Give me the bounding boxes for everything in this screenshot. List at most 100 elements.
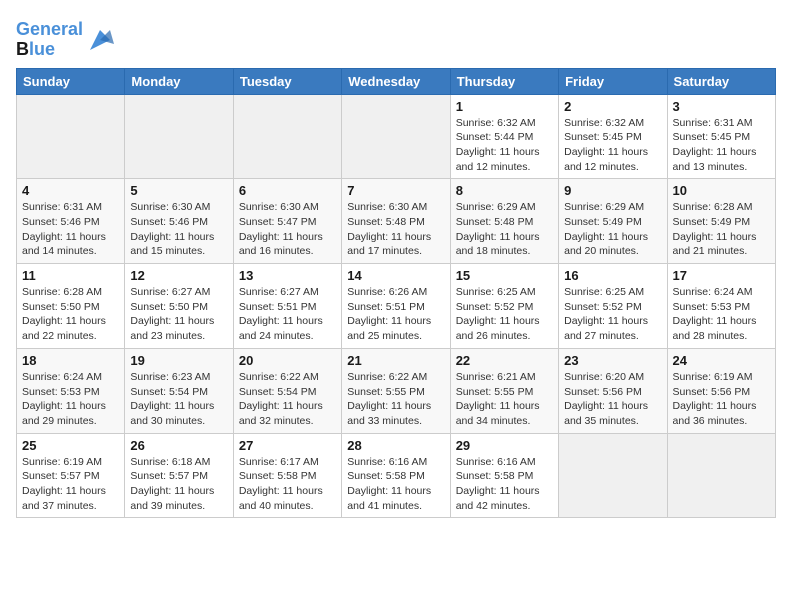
calendar-cell: 10 Sunrise: 6:28 AM Sunset: 5:49 PM Dayli… xyxy=(667,179,775,264)
calendar-cell: 8 Sunrise: 6:29 AM Sunset: 5:48 PM Daylig… xyxy=(450,179,558,264)
calendar-week-3: 11 Sunrise: 6:28 AM Sunset: 5:50 PM Dayli… xyxy=(17,264,776,349)
day-number: 2 xyxy=(564,99,661,114)
day-number: 1 xyxy=(456,99,553,114)
day-info: Sunrise: 6:24 AM Sunset: 5:53 PM Dayligh… xyxy=(673,285,770,344)
calendar-cell: 5 Sunrise: 6:30 AM Sunset: 5:46 PM Daylig… xyxy=(125,179,233,264)
calendar-cell: 21 Sunrise: 6:22 AM Sunset: 5:55 PM Dayli… xyxy=(342,348,450,433)
day-header-wednesday: Wednesday xyxy=(342,68,450,94)
day-number: 8 xyxy=(456,183,553,198)
calendar-cell: 19 Sunrise: 6:23 AM Sunset: 5:54 PM Dayli… xyxy=(125,348,233,433)
calendar-cell: 12 Sunrise: 6:27 AM Sunset: 5:50 PM Dayli… xyxy=(125,264,233,349)
day-number: 24 xyxy=(673,353,770,368)
day-info: Sunrise: 6:18 AM Sunset: 5:57 PM Dayligh… xyxy=(130,455,227,514)
day-info: Sunrise: 6:17 AM Sunset: 5:58 PM Dayligh… xyxy=(239,455,336,514)
calendar-cell xyxy=(17,94,125,179)
calendar-cell: 4Sunrise: 6:31 AM Sunset: 5:46 PM Daylig… xyxy=(17,179,125,264)
calendar-cell: 9 Sunrise: 6:29 AM Sunset: 5:49 PM Daylig… xyxy=(559,179,667,264)
day-number: 11 xyxy=(22,268,119,283)
day-info: Sunrise: 6:22 AM Sunset: 5:55 PM Dayligh… xyxy=(347,370,444,429)
calendar-cell: 29 Sunrise: 6:16 AM Sunset: 5:58 PM Dayli… xyxy=(450,433,558,518)
day-number: 15 xyxy=(456,268,553,283)
day-header-sunday: Sunday xyxy=(17,68,125,94)
calendar-header: SundayMondayTuesdayWednesdayThursdayFrid… xyxy=(17,68,776,94)
day-info: Sunrise: 6:31 AM Sunset: 5:45 PM Dayligh… xyxy=(673,116,770,175)
day-info: Sunrise: 6:16 AM Sunset: 5:58 PM Dayligh… xyxy=(456,455,553,514)
day-number: 20 xyxy=(239,353,336,368)
day-info: Sunrise: 6:20 AM Sunset: 5:56 PM Dayligh… xyxy=(564,370,661,429)
calendar-cell: 28Sunrise: 6:16 AM Sunset: 5:58 PM Dayli… xyxy=(342,433,450,518)
calendar-week-5: 25Sunrise: 6:19 AM Sunset: 5:57 PM Dayli… xyxy=(17,433,776,518)
day-info: Sunrise: 6:28 AM Sunset: 5:50 PM Dayligh… xyxy=(22,285,119,344)
day-number: 22 xyxy=(456,353,553,368)
calendar-cell: 16 Sunrise: 6:25 AM Sunset: 5:52 PM Dayli… xyxy=(559,264,667,349)
day-header-friday: Friday xyxy=(559,68,667,94)
calendar-week-1: 1 Sunrise: 6:32 AM Sunset: 5:44 PM Daylig… xyxy=(17,94,776,179)
day-info: Sunrise: 6:23 AM Sunset: 5:54 PM Dayligh… xyxy=(130,370,227,429)
day-info: Sunrise: 6:26 AM Sunset: 5:51 PM Dayligh… xyxy=(347,285,444,344)
day-info: Sunrise: 6:29 AM Sunset: 5:48 PM Dayligh… xyxy=(456,200,553,259)
calendar-cell: 23 Sunrise: 6:20 AM Sunset: 5:56 PM Dayli… xyxy=(559,348,667,433)
calendar-cell: 2 Sunrise: 6:32 AM Sunset: 5:45 PM Daylig… xyxy=(559,94,667,179)
day-number: 28 xyxy=(347,438,444,453)
day-number: 29 xyxy=(456,438,553,453)
day-info: Sunrise: 6:22 AM Sunset: 5:54 PM Dayligh… xyxy=(239,370,336,429)
day-info: Sunrise: 6:27 AM Sunset: 5:51 PM Dayligh… xyxy=(239,285,336,344)
calendar-cell: 1 Sunrise: 6:32 AM Sunset: 5:44 PM Daylig… xyxy=(450,94,558,179)
calendar-cell: 13 Sunrise: 6:27 AM Sunset: 5:51 PM Dayli… xyxy=(233,264,341,349)
logo-icon xyxy=(86,26,114,54)
day-number: 17 xyxy=(673,268,770,283)
calendar-cell: 20 Sunrise: 6:22 AM Sunset: 5:54 PM Dayli… xyxy=(233,348,341,433)
day-header-saturday: Saturday xyxy=(667,68,775,94)
calendar-cell: 17 Sunrise: 6:24 AM Sunset: 5:53 PM Dayli… xyxy=(667,264,775,349)
day-number: 3 xyxy=(673,99,770,114)
logo-text: GeneralBlue xyxy=(16,20,83,60)
day-number: 13 xyxy=(239,268,336,283)
day-number: 7 xyxy=(347,183,444,198)
day-info: Sunrise: 6:25 AM Sunset: 5:52 PM Dayligh… xyxy=(564,285,661,344)
day-number: 5 xyxy=(130,183,227,198)
calendar-table: SundayMondayTuesdayWednesdayThursdayFrid… xyxy=(16,68,776,519)
logo: GeneralBlue xyxy=(16,20,114,60)
calendar-cell xyxy=(342,94,450,179)
calendar-cell: 11 Sunrise: 6:28 AM Sunset: 5:50 PM Dayli… xyxy=(17,264,125,349)
calendar-cell xyxy=(233,94,341,179)
day-info: Sunrise: 6:25 AM Sunset: 5:52 PM Dayligh… xyxy=(456,285,553,344)
day-header-tuesday: Tuesday xyxy=(233,68,341,94)
day-number: 12 xyxy=(130,268,227,283)
calendar-cell: 3 Sunrise: 6:31 AM Sunset: 5:45 PM Daylig… xyxy=(667,94,775,179)
calendar-cell: 18Sunrise: 6:24 AM Sunset: 5:53 PM Dayli… xyxy=(17,348,125,433)
day-info: Sunrise: 6:30 AM Sunset: 5:46 PM Dayligh… xyxy=(130,200,227,259)
day-number: 16 xyxy=(564,268,661,283)
calendar-cell xyxy=(667,433,775,518)
day-number: 14 xyxy=(347,268,444,283)
calendar-cell: 24 Sunrise: 6:19 AM Sunset: 5:56 PM Dayli… xyxy=(667,348,775,433)
calendar-week-2: 4Sunrise: 6:31 AM Sunset: 5:46 PM Daylig… xyxy=(17,179,776,264)
calendar-cell xyxy=(559,433,667,518)
day-info: Sunrise: 6:21 AM Sunset: 5:55 PM Dayligh… xyxy=(456,370,553,429)
calendar-cell: 27Sunrise: 6:17 AM Sunset: 5:58 PM Dayli… xyxy=(233,433,341,518)
day-number: 23 xyxy=(564,353,661,368)
calendar-cell: 14 Sunrise: 6:26 AM Sunset: 5:51 PM Dayli… xyxy=(342,264,450,349)
day-info: Sunrise: 6:30 AM Sunset: 5:48 PM Dayligh… xyxy=(347,200,444,259)
day-number: 9 xyxy=(564,183,661,198)
day-info: Sunrise: 6:19 AM Sunset: 5:56 PM Dayligh… xyxy=(673,370,770,429)
day-header-thursday: Thursday xyxy=(450,68,558,94)
day-number: 26 xyxy=(130,438,227,453)
day-info: Sunrise: 6:29 AM Sunset: 5:49 PM Dayligh… xyxy=(564,200,661,259)
calendar-cell: 15 Sunrise: 6:25 AM Sunset: 5:52 PM Dayli… xyxy=(450,264,558,349)
day-info: Sunrise: 6:32 AM Sunset: 5:45 PM Dayligh… xyxy=(564,116,661,175)
calendar-cell: 22 Sunrise: 6:21 AM Sunset: 5:55 PM Dayli… xyxy=(450,348,558,433)
day-info: Sunrise: 6:32 AM Sunset: 5:44 PM Dayligh… xyxy=(456,116,553,175)
day-number: 4 xyxy=(22,183,119,198)
day-number: 19 xyxy=(130,353,227,368)
calendar-cell: 7 Sunrise: 6:30 AM Sunset: 5:48 PM Daylig… xyxy=(342,179,450,264)
day-info: Sunrise: 6:28 AM Sunset: 5:49 PM Dayligh… xyxy=(673,200,770,259)
day-info: Sunrise: 6:30 AM Sunset: 5:47 PM Dayligh… xyxy=(239,200,336,259)
page-header: GeneralBlue xyxy=(16,16,776,60)
day-header-monday: Monday xyxy=(125,68,233,94)
day-number: 21 xyxy=(347,353,444,368)
day-info: Sunrise: 6:27 AM Sunset: 5:50 PM Dayligh… xyxy=(130,285,227,344)
day-number: 10 xyxy=(673,183,770,198)
calendar-cell: 6Sunrise: 6:30 AM Sunset: 5:47 PM Daylig… xyxy=(233,179,341,264)
calendar-week-4: 18Sunrise: 6:24 AM Sunset: 5:53 PM Dayli… xyxy=(17,348,776,433)
